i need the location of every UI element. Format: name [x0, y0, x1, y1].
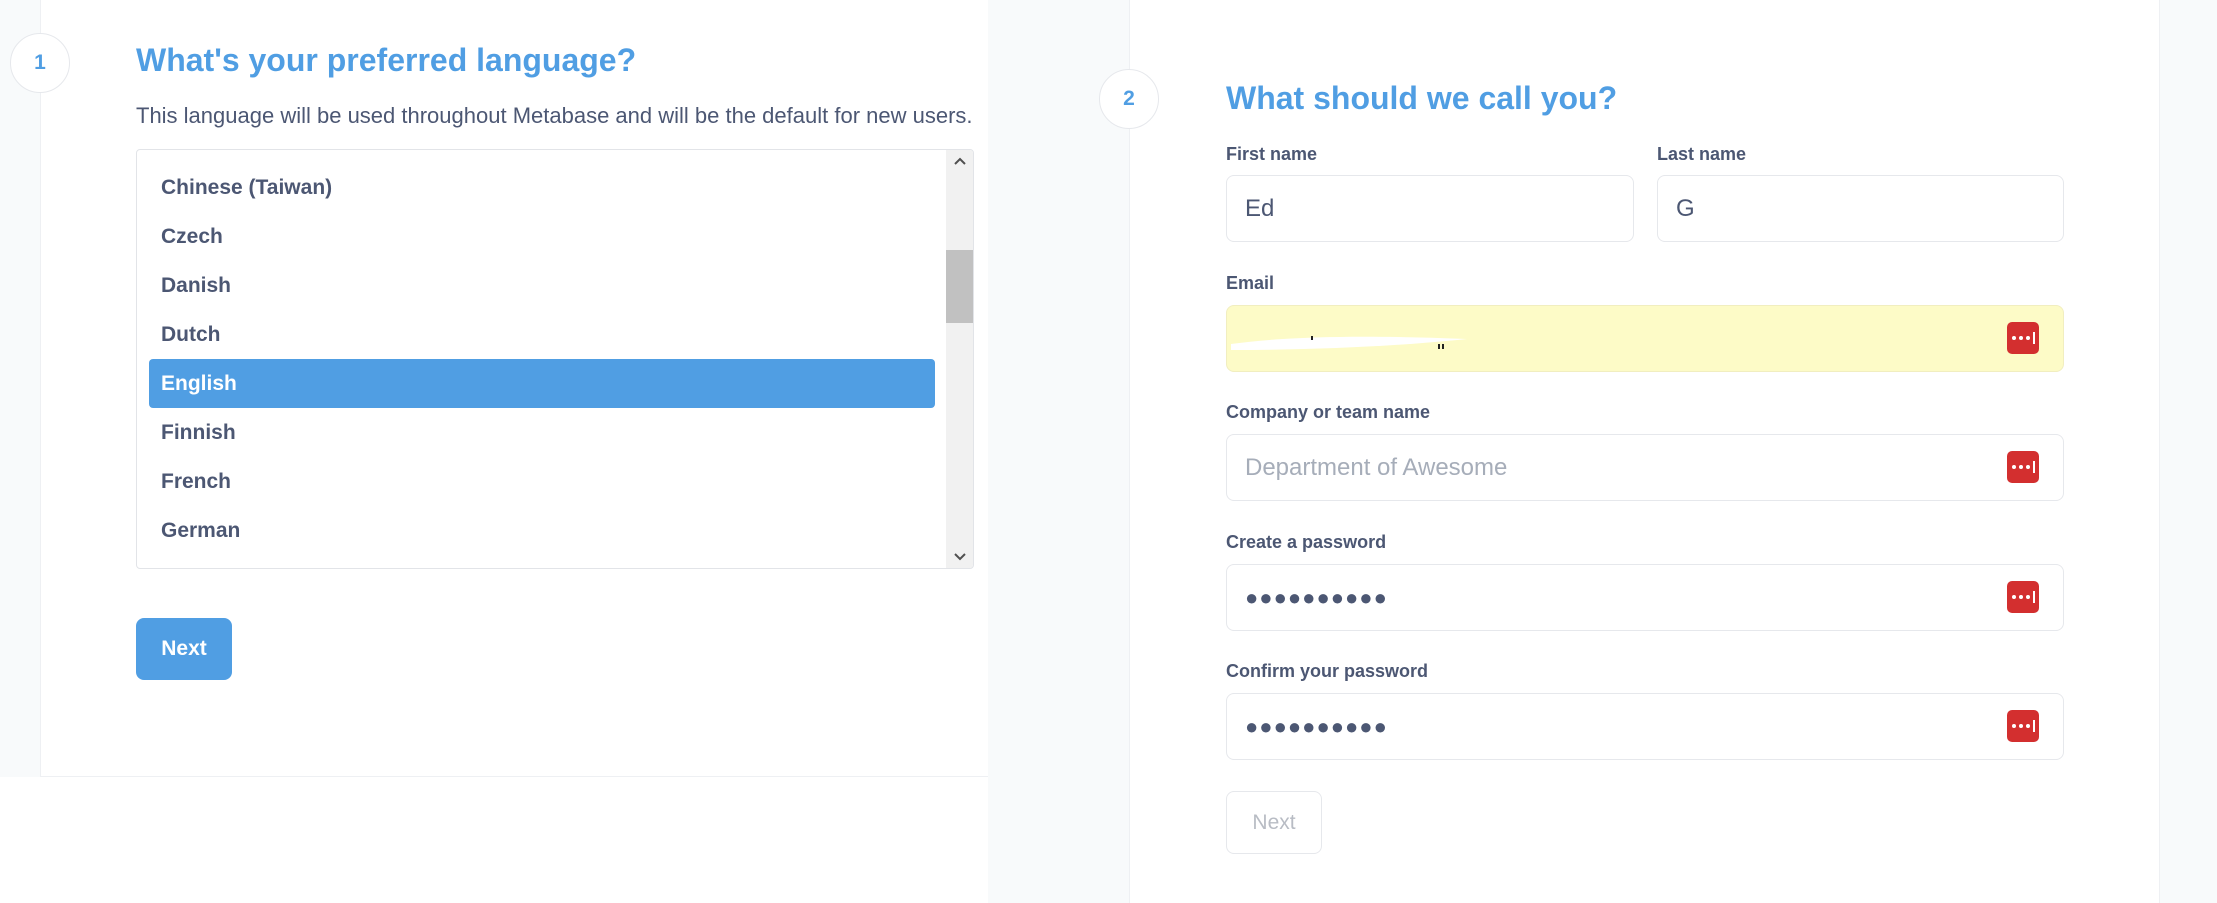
first-name-value: Ed [1245, 194, 1275, 222]
language-item-danish[interactable]: Danish [149, 261, 935, 310]
confirm-password-value: ●●●●●●●●●● [1245, 713, 1388, 739]
language-list-scrollbar[interactable] [946, 150, 973, 568]
language-step-title: What's your preferred language? [136, 42, 637, 78]
user-next-button[interactable]: Next [1226, 791, 1322, 854]
language-item-german[interactable]: German [149, 506, 935, 555]
password-manager-icon[interactable] [2007, 581, 2039, 613]
language-item-english[interactable]: English [149, 359, 935, 408]
language-item-finnish[interactable]: Finnish [149, 408, 935, 457]
confirm-password-field[interactable]: ●●●●●●●●●● [1226, 693, 2064, 760]
language-item-french[interactable]: French [149, 457, 935, 506]
company-placeholder: Department of Awesome [1245, 453, 1508, 481]
step-number-2: 2 [1099, 69, 1159, 129]
redacted-email-mark [1231, 336, 1467, 350]
company-field[interactable]: Department of Awesome [1226, 434, 2064, 501]
language-list[interactable]: Chinese Chinese (Taiwan) Czech Danish Du… [136, 149, 974, 569]
left-background-strip [0, 0, 40, 777]
first-name-field[interactable]: Ed [1226, 175, 1634, 242]
partially-hidden-language-item: Chinese [161, 150, 243, 156]
chevron-down-icon[interactable] [946, 546, 973, 568]
password-manager-icon[interactable] [2007, 710, 2039, 742]
email-label: Email [1226, 273, 1275, 293]
user-step-title: What should we call you? [1226, 80, 1618, 116]
company-label: Company or team name [1226, 402, 1431, 422]
last-name-label: Last name [1657, 144, 1747, 164]
first-name-label: First name [1226, 144, 1318, 164]
password-manager-icon[interactable] [2007, 451, 2039, 483]
language-item-dutch[interactable]: Dutch [149, 310, 935, 359]
language-step-description: This language will be used throughout Me… [136, 103, 973, 128]
chevron-up-icon[interactable] [946, 150, 973, 172]
step-number-1: 1 [10, 33, 70, 93]
language-item-czech[interactable]: Czech [149, 212, 935, 261]
language-next-button[interactable]: Next [136, 618, 232, 680]
language-item-chinese-taiwan[interactable]: Chinese (Taiwan) [149, 163, 935, 212]
email-field[interactable] [1226, 305, 2064, 372]
scrollbar-thumb[interactable] [946, 250, 973, 323]
password-manager-icon[interactable] [2007, 322, 2039, 354]
last-name-field[interactable]: G [1657, 175, 2064, 242]
confirm-password-label: Confirm your password [1226, 661, 1429, 681]
last-name-value: G [1676, 194, 1695, 222]
password-field[interactable]: ●●●●●●●●●● [1226, 564, 2064, 631]
password-label: Create a password [1226, 532, 1387, 552]
password-value: ●●●●●●●●●● [1245, 584, 1388, 610]
